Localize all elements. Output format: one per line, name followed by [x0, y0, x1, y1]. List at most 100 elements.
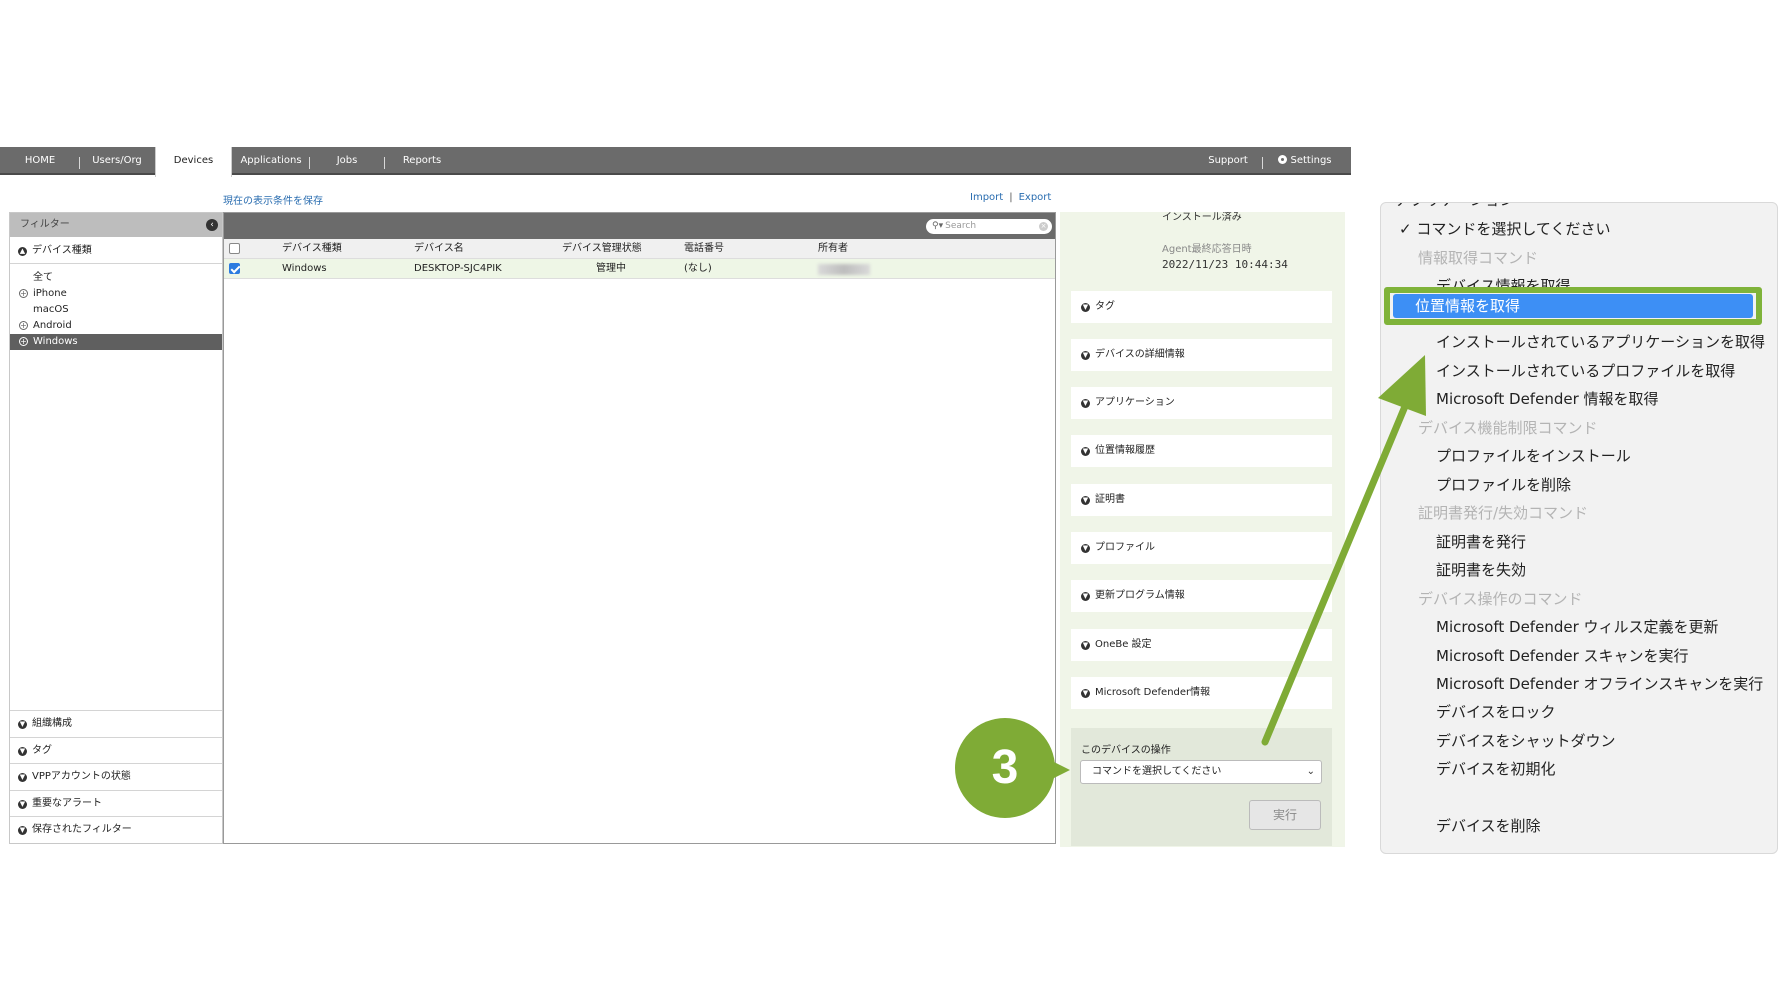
- device-type-windows[interactable]: + Windows: [10, 334, 222, 350]
- filter-section-tag[interactable]: ▼ タグ: [10, 736, 222, 764]
- filter-section-label: 保存されたフィルター: [32, 824, 132, 836]
- menu-item[interactable]: デバイスをシャットダウン: [1381, 727, 1777, 755]
- chevron-down-icon: ▼: [1081, 351, 1090, 360]
- column-header[interactable]: デバイス種類: [282, 239, 342, 259]
- table-header: デバイス種類 デバイス名 デバイス管理状態 電話番号 所有者: [224, 239, 1055, 259]
- accordion-label: 証明書: [1095, 494, 1125, 505]
- command-select[interactable]: コマンドを選択してください ⌄: [1080, 760, 1322, 784]
- column-header[interactable]: 電話番号: [684, 239, 724, 259]
- filter-section-label: デバイス種類: [32, 245, 92, 256]
- device-table-panel: ⚲▾ Search × デバイス種類 デバイス名 デバイス管理状態 電話番号 所有…: [223, 212, 1056, 844]
- accordion-location-history[interactable]: ▼ 位置情報履歴: [1071, 435, 1332, 467]
- chevron-down-icon: ▼: [1081, 303, 1090, 312]
- menu-item[interactable]: プロファイルをインストール: [1381, 442, 1777, 470]
- nav-separator: [1262, 157, 1263, 169]
- menu-item[interactable]: 証明書を発行: [1381, 528, 1777, 556]
- menu-item-highlighted[interactable]: 位置情報を取得: [1393, 294, 1753, 318]
- cell-phone: (なし): [684, 263, 712, 274]
- expand-icon[interactable]: +: [19, 321, 28, 330]
- collapse-icon[interactable]: ‹: [206, 219, 218, 231]
- agent-last-response-date: 2022/11/23 10:44:34: [1162, 258, 1288, 271]
- nav-applications[interactable]: Applications: [233, 147, 309, 175]
- accordion-certificates[interactable]: ▼ 証明書: [1071, 484, 1332, 516]
- filter-section-alerts[interactable]: ▼ 重要なアラート: [10, 789, 222, 817]
- menu-group-header: 情報取得コマンド: [1418, 249, 1539, 267]
- import-export-links: Import | Export: [970, 192, 1051, 203]
- menu-item[interactable]: Microsoft Defender スキャンを実行: [1381, 642, 1777, 670]
- device-type-all[interactable]: 全て: [10, 270, 222, 286]
- nav-reports[interactable]: Reports: [385, 147, 459, 175]
- row-checkbox[interactable]: [229, 263, 240, 274]
- chevron-down-icon: ▼: [1081, 641, 1090, 650]
- expand-icon[interactable]: +: [19, 289, 28, 298]
- device-type-macos[interactable]: macOS: [10, 302, 222, 318]
- chevron-down-icon: ▼: [1081, 544, 1090, 553]
- filter-section-label: 組織構成: [32, 718, 72, 730]
- nav-support[interactable]: Support: [1195, 147, 1261, 175]
- menu-group-header: デバイス機能制限コマンド: [1418, 419, 1598, 437]
- search-placeholder: Search: [945, 221, 977, 231]
- device-type-label: Android: [33, 320, 72, 331]
- export-link[interactable]: Export: [1019, 192, 1052, 203]
- menu-item[interactable]: プロファイルを削除: [1381, 471, 1777, 499]
- menu-group-header: デバイス操作のコマンド: [1418, 590, 1583, 608]
- menu-item[interactable]: デバイスを削除: [1381, 812, 1777, 840]
- nav-home[interactable]: HOME: [0, 147, 80, 175]
- menu-item[interactable]: インストールされているアプリケーションを取得: [1381, 328, 1777, 356]
- accordion-update-programs[interactable]: ▼ 更新プログラム情報: [1071, 580, 1332, 612]
- menu-item[interactable]: デバイスを初期化: [1381, 755, 1777, 783]
- chevron-down-icon: ▼: [1081, 447, 1090, 456]
- filter-section-device-type[interactable]: ▲ デバイス種類: [10, 237, 222, 264]
- accordion-applications[interactable]: ▼ アプリケーション: [1071, 387, 1332, 419]
- accordion-tag[interactable]: ▼ タグ: [1071, 291, 1332, 323]
- device-operations-title: このデバイスの操作: [1081, 745, 1171, 756]
- accordion-label: アプリケーション: [1095, 397, 1175, 408]
- filter-section-saved[interactable]: ▼ 保存されたフィルター: [10, 816, 222, 843]
- step-badge: 3: [955, 718, 1055, 818]
- device-type-android[interactable]: + Android: [10, 318, 222, 334]
- menu-item-selected[interactable]: ✓ コマンドを選択してください: [1381, 215, 1777, 243]
- clear-icon[interactable]: ×: [1039, 222, 1048, 231]
- menu-item[interactable]: 証明書を失効: [1381, 556, 1777, 584]
- save-filter-link[interactable]: 現在の表示条件を保存: [223, 192, 323, 207]
- accordion-label: プロファイル: [1095, 542, 1155, 553]
- menu-item[interactable]: Microsoft Defender 情報を取得: [1381, 385, 1777, 413]
- menu-item[interactable]: デバイスをロック: [1381, 698, 1777, 726]
- accordion-defender-info[interactable]: ▼ Microsoft Defender情報: [1071, 677, 1332, 709]
- filter-section-org[interactable]: ▼ 組織構成: [10, 710, 222, 737]
- table-toolbar: ⚲▾ Search ×: [224, 213, 1055, 239]
- filter-section-vpp[interactable]: ▼ VPPアカウントの状態: [10, 763, 222, 790]
- cell-device-type: Windows: [282, 263, 327, 274]
- menu-item[interactable]: Microsoft Defender オフラインスキャンを実行: [1381, 670, 1777, 698]
- search-input[interactable]: ⚲▾ Search ×: [926, 219, 1052, 234]
- nav-users-org[interactable]: Users/Org: [80, 147, 154, 175]
- filter-title: フィルター: [20, 219, 70, 230]
- menu-item[interactable]: Microsoft Defender ウィルス定義を更新: [1381, 613, 1777, 641]
- search-icon: ⚲▾: [932, 221, 944, 231]
- link-separator: |: [1009, 192, 1013, 203]
- chevron-down-icon: ⌄: [1306, 766, 1315, 777]
- device-type-iphone[interactable]: + iPhone: [10, 286, 222, 302]
- filter-sections: ▼ 組織構成 ▼ タグ ▼ VPPアカウントの状態 ▼ 重要なアラート ▼ 保存されたフィ…: [10, 710, 222, 843]
- column-header[interactable]: 所有者: [818, 239, 848, 259]
- accordion-onebe-settings[interactable]: ▼ OneBe 設定: [1071, 629, 1332, 661]
- expand-icon[interactable]: +: [19, 337, 28, 346]
- column-header[interactable]: デバイス管理状態: [562, 239, 642, 259]
- run-button[interactable]: 実行: [1249, 800, 1321, 830]
- nav-settings[interactable]: Settings: [1270, 147, 1340, 175]
- column-header[interactable]: デバイス名: [414, 239, 464, 259]
- accordion-label: 位置情報履歴: [1095, 445, 1155, 456]
- chevron-down-icon: ▼: [18, 773, 27, 783]
- select-all-checkbox[interactable]: [229, 243, 240, 254]
- menu-item[interactable]: インストールされているプロファイルを取得: [1381, 357, 1777, 385]
- accordion-profiles[interactable]: ▼ プロファイル: [1071, 532, 1332, 564]
- device-type-label: iPhone: [33, 288, 67, 299]
- table-row[interactable]: Windows DESKTOP-SJC4PIK 管理中 (なし): [224, 259, 1055, 279]
- device-type-label: 全て: [33, 272, 53, 283]
- menu-group-header: 証明書発行/失効コマンド: [1418, 504, 1589, 522]
- accordion-device-details[interactable]: ▼ デバイスの詳細情報: [1071, 339, 1332, 371]
- cell-owner-redacted: [818, 264, 870, 275]
- nav-jobs[interactable]: Jobs: [310, 147, 384, 175]
- nav-devices[interactable]: Devices: [155, 147, 232, 177]
- import-link[interactable]: Import: [970, 192, 1003, 203]
